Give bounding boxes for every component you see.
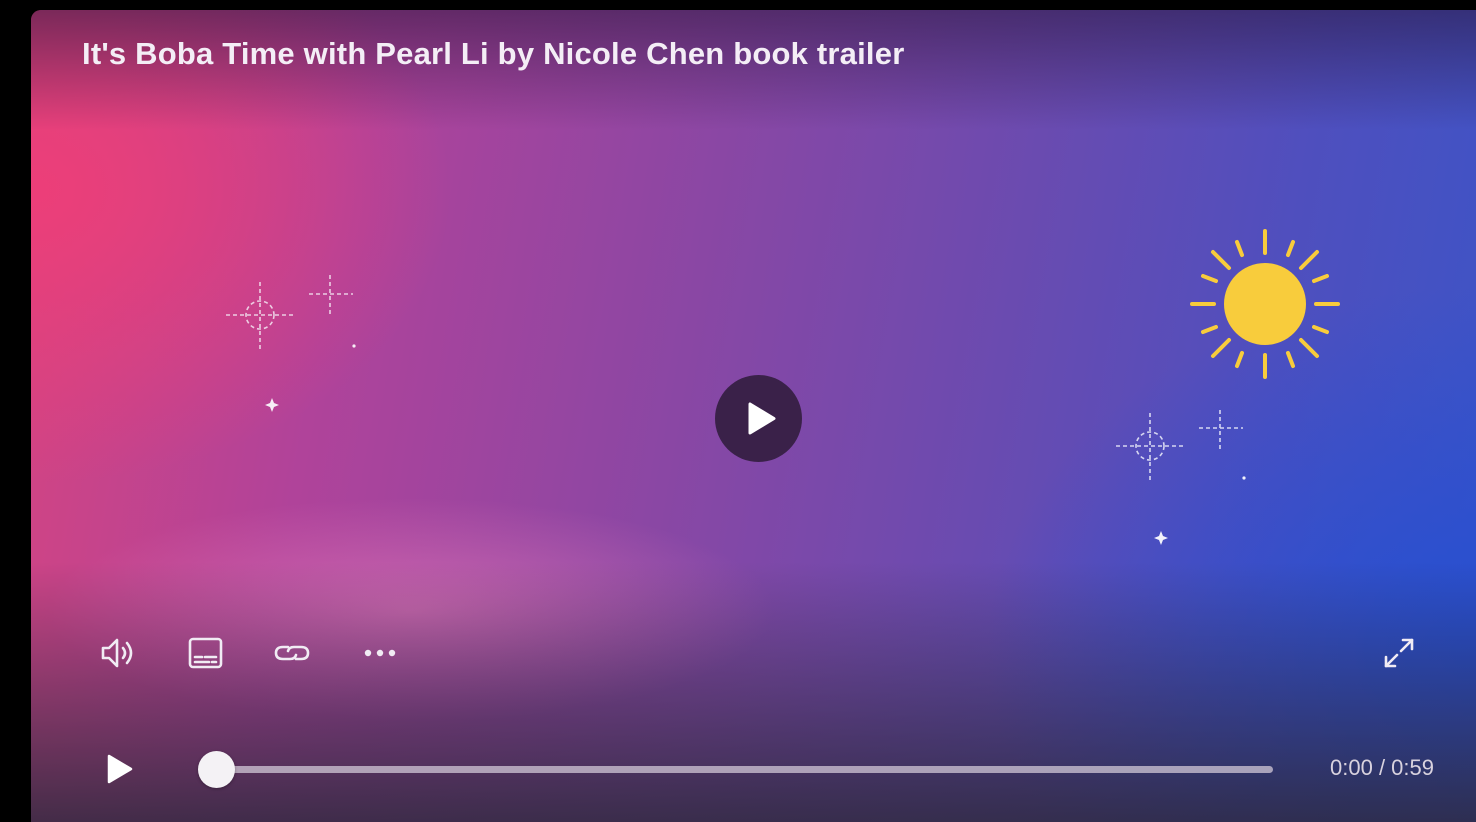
current-time: 0:00 xyxy=(1330,755,1373,780)
play-icon xyxy=(748,402,776,435)
video-player[interactable]: It's Boba Time with Pearl Li by Nicole C… xyxy=(31,10,1476,822)
seek-handle[interactable] xyxy=(198,751,235,788)
sparkles-left-illustration xyxy=(226,275,356,412)
time-display: 0:00 / 0:59 xyxy=(1330,755,1434,781)
volume-button[interactable] xyxy=(96,631,140,675)
link-icon xyxy=(274,645,310,661)
volume-icon xyxy=(101,638,133,668)
sun-illustration xyxy=(1190,229,1340,379)
video-title: It's Boba Time with Pearl Li by Nicole C… xyxy=(82,36,905,71)
center-play-button[interactable] xyxy=(715,375,802,462)
time-separator: / xyxy=(1372,755,1392,780)
play-button[interactable] xyxy=(97,747,141,791)
seek-bar[interactable] xyxy=(198,751,1273,788)
captions-button[interactable] xyxy=(183,631,227,675)
fullscreen-button[interactable] xyxy=(1377,631,1421,675)
copy-link-button[interactable] xyxy=(270,631,314,675)
duration: 0:59 xyxy=(1391,755,1434,780)
more-options-button[interactable] xyxy=(358,631,402,675)
sparkles-right-illustration xyxy=(1116,410,1246,545)
play-icon xyxy=(107,754,133,784)
captions-icon xyxy=(188,637,223,669)
more-horizontal-icon xyxy=(364,649,396,657)
expand-icon xyxy=(1384,638,1414,668)
bottom-gradient-overlay xyxy=(31,562,1476,822)
